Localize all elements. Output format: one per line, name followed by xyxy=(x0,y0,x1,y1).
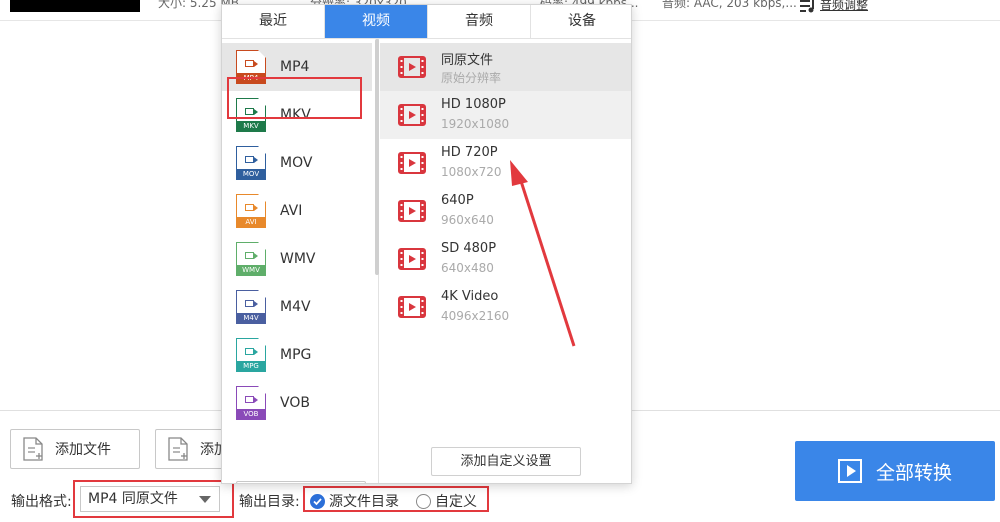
resolution-item[interactable]: 4K Video 4096x2160 xyxy=(380,283,631,331)
highlight-box xyxy=(227,77,362,119)
convert-all-button[interactable]: 全部转换 xyxy=(795,441,995,501)
video-file-icon: WMV xyxy=(236,242,266,276)
video-icon xyxy=(398,200,426,222)
format-item-m4v[interactable]: M4V M4V xyxy=(222,283,372,331)
play-icon xyxy=(837,459,862,483)
video-file-icon: M4V xyxy=(236,290,266,324)
format-item-label: WMV xyxy=(280,251,316,267)
add-file-button[interactable]: 添加文件 xyxy=(10,429,140,469)
resolution-name: 同原文件 xyxy=(441,53,494,68)
format-item-label: VOB xyxy=(280,395,310,411)
video-file-icon: AVI xyxy=(236,194,266,228)
format-list-scrollbar[interactable] xyxy=(375,39,379,275)
format-item-mpg[interactable]: MPG MPG xyxy=(222,331,372,379)
video-icon xyxy=(398,56,426,78)
resolution-name: 4K Video xyxy=(441,289,499,304)
video-icon xyxy=(398,248,426,270)
resolution-list: 同原文件原始分辨率 HD 1080P 1920x1080 HD 720P 1080x72… xyxy=(380,39,631,483)
video-icon xyxy=(398,152,426,174)
format-search-input[interactable]: 搜索 xyxy=(236,481,366,483)
format-item-avi[interactable]: AVI AVI xyxy=(222,187,372,235)
tab-device[interactable]: 设备 xyxy=(531,5,631,38)
resolution-name: SD 480P xyxy=(441,241,497,256)
format-item-label: MPG xyxy=(280,347,312,363)
format-item-mov[interactable]: MOV MOV xyxy=(222,139,372,187)
resolution-item[interactable]: HD 720P 1080x720 xyxy=(380,139,631,187)
resolution-size: 960x640 xyxy=(441,213,494,227)
resolution-size: 640x480 xyxy=(441,261,494,275)
video-thumbnail[interactable] xyxy=(10,0,140,12)
file-audio-text: 音频: AAC, 203 kbps,... xyxy=(662,0,797,10)
highlight-box xyxy=(73,480,234,518)
radio-unchecked-icon xyxy=(416,493,431,509)
radio-custom-dir[interactable]: 自定义 xyxy=(416,491,477,511)
tab-video[interactable]: 视频 xyxy=(325,5,428,38)
format-tabs: 最近 视频 音频 设备 xyxy=(222,5,631,39)
format-list: MP4 MP4 MKV MKV MOV MOV AVI AVI WMV WMV M4V M4V MPG M… xyxy=(222,39,379,483)
app-window: 大小: 5.25 MB 分辨率: 320x320 码率: 499 kbps...… xyxy=(0,0,1000,522)
resolution-size: 1920x1080 xyxy=(441,117,510,131)
audio-adjust-icon xyxy=(800,0,814,12)
resolution-item[interactable]: HD 1080P 1920x1080 xyxy=(380,91,631,139)
resolution-item[interactable]: 640P 960x640 xyxy=(380,187,631,235)
video-icon xyxy=(398,296,426,318)
tab-recent[interactable]: 最近 xyxy=(222,5,325,38)
video-file-icon: MPG xyxy=(236,338,266,372)
audio-adjust-link[interactable]: 音频调整 xyxy=(800,0,868,13)
resolution-item[interactable]: 同原文件 原始分辨率 xyxy=(380,43,631,91)
add-folder-icon xyxy=(168,437,188,461)
format-item-label: M4V xyxy=(280,299,311,315)
add-file-icon xyxy=(23,437,43,461)
radio-source-label: 源文件目录 xyxy=(329,494,399,510)
add-file-label: 添加文件 xyxy=(55,442,111,458)
format-item-label: MOV xyxy=(280,155,313,171)
resolution-item[interactable]: SD 480P 640x480 xyxy=(380,235,631,283)
video-icon xyxy=(398,104,426,126)
radio-source-dir[interactable]: 源文件目录 xyxy=(310,491,399,511)
format-item-label: MP4 xyxy=(280,59,310,75)
resolution-size: 1080x720 xyxy=(441,165,502,179)
output-format-label: 输出格式: xyxy=(11,494,72,510)
video-file-icon: VOB xyxy=(236,386,266,420)
tab-audio[interactable]: 音频 xyxy=(428,5,531,38)
resolution-size: 4096x2160 xyxy=(441,309,510,323)
resolution-name: HD 720P xyxy=(441,145,498,160)
format-item-label: AVI xyxy=(280,203,303,219)
format-popup: 最近 视频 音频 设备 MP4 MP4 MKV MKV MOV MOV AVI AVI WMV W… xyxy=(221,4,632,484)
convert-all-label: 全部转换 xyxy=(875,461,952,484)
add-custom-setting-button[interactable]: 添加自定义设置 xyxy=(431,447,581,476)
resolution-name: HD 1080P xyxy=(441,97,506,112)
output-dir-label: 输出目录: xyxy=(239,494,300,510)
resolution-name: 640P xyxy=(441,193,474,208)
radio-checked-icon xyxy=(310,493,325,509)
resolution-size: 原始分辨率 xyxy=(441,71,502,85)
audio-adjust-label: 音频调整 xyxy=(820,0,869,12)
video-file-icon: MOV xyxy=(236,146,266,180)
format-item-wmv[interactable]: WMV WMV xyxy=(222,235,372,283)
format-item-vob[interactable]: VOB VOB xyxy=(222,379,372,427)
radio-custom-label: 自定义 xyxy=(435,494,477,510)
